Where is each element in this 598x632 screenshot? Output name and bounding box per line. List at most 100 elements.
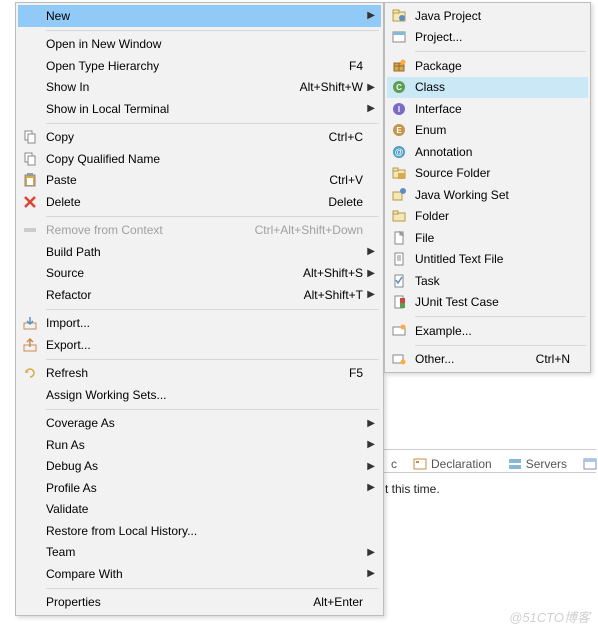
menu-item-enum[interactable]: EEnum [387, 120, 588, 142]
menu-item-label: Coverage As [40, 416, 363, 430]
menu-item-open-in-new-window[interactable]: Open in New Window [18, 34, 381, 56]
menu-item-label: Show in Local Terminal [40, 102, 363, 116]
submenu-arrow-icon: ▶ [363, 461, 375, 472]
menu-item-label: Team [40, 545, 363, 559]
menu-item-label: Assign Working Sets... [40, 388, 363, 402]
menu-item-untitled-text-file[interactable]: Untitled Text File [387, 249, 588, 271]
menu-item-label: New [40, 9, 363, 23]
submenu-arrow-icon: ▶ [363, 289, 375, 300]
submenu-arrow-icon: ▶ [363, 418, 375, 429]
menu-item-other[interactable]: Other...Ctrl+N [387, 349, 588, 371]
working-set-icon [389, 187, 409, 203]
menu-item-team[interactable]: Team▶ [18, 542, 381, 564]
svg-text:@: @ [395, 147, 404, 157]
menu-item-label: Paste [40, 173, 319, 187]
menu-item-remove-from-context: Remove from ContextCtrl+Alt+Shift+Down [18, 220, 381, 242]
svg-text:I: I [398, 105, 400, 114]
menu-item-import[interactable]: Import... [18, 313, 381, 335]
menu-separator [46, 409, 379, 410]
blank-icon [20, 58, 40, 74]
menu-item-label: Compare With [40, 567, 363, 581]
menu-item-export[interactable]: Export... [18, 334, 381, 356]
menu-item-validate[interactable]: Validate [18, 499, 381, 521]
menu-separator [415, 316, 586, 317]
menu-item-label: File [409, 231, 570, 245]
menu-item-task[interactable]: Task [387, 270, 588, 292]
menu-item-delete[interactable]: DeleteDelete [18, 191, 381, 213]
menu-separator [46, 216, 379, 217]
menu-item-file[interactable]: File [387, 227, 588, 249]
menu-item-label: Untitled Text File [409, 252, 570, 266]
menu-item-run-as[interactable]: Run As▶ [18, 434, 381, 456]
blank-icon [20, 387, 40, 403]
menu-item-label: Refresh [40, 366, 339, 380]
menu-item-annotation[interactable]: @Annotation [387, 141, 588, 163]
enum-icon: E [389, 122, 409, 138]
blank-icon [20, 594, 40, 610]
menu-item-label: Project... [409, 30, 570, 44]
tab-servers[interactable]: Servers [502, 455, 573, 473]
tab-fragment[interactable]: c [385, 455, 403, 473]
menu-item-new[interactable]: New▶ [18, 5, 381, 27]
project-icon [389, 29, 409, 45]
menu-shortcut: Delete [318, 195, 363, 209]
menu-item-label: Debug As [40, 459, 363, 473]
blank-icon [20, 480, 40, 496]
menu-item-compare-with[interactable]: Compare With▶ [18, 563, 381, 585]
submenu-arrow-icon: ▶ [363, 10, 375, 21]
menu-item-show-in-local-terminal[interactable]: Show in Local Terminal▶ [18, 98, 381, 120]
blank-icon [20, 437, 40, 453]
menu-item-coverage-as[interactable]: Coverage As▶ [18, 413, 381, 435]
menu-separator [46, 309, 379, 310]
copy-icon [20, 129, 40, 145]
menu-item-assign-working-sets[interactable]: Assign Working Sets... [18, 384, 381, 406]
editor-tabs: c Declaration Servers C [385, 455, 598, 473]
menu-item-java-working-set[interactable]: Java Working Set [387, 184, 588, 206]
menu-item-label: Refactor [40, 288, 294, 302]
menu-item-open-type-hierarchy[interactable]: Open Type HierarchyF4 [18, 55, 381, 77]
menu-item-source-folder[interactable]: Source Folder [387, 163, 588, 185]
menu-separator [46, 123, 379, 124]
servers-icon [508, 458, 522, 470]
menu-separator [415, 51, 586, 52]
menu-item-build-path[interactable]: Build Path▶ [18, 241, 381, 263]
menu-item-project[interactable]: Project... [387, 27, 588, 49]
text-file-icon [389, 251, 409, 267]
blank-icon [20, 265, 40, 281]
context-menu: New▶Open in New WindowOpen Type Hierarch… [15, 2, 384, 616]
menu-item-restore-from-local-history[interactable]: Restore from Local History... [18, 520, 381, 542]
menu-separator [46, 359, 379, 360]
menu-item-junit-test-case[interactable]: JUnit Test Case [387, 292, 588, 314]
blank-icon [20, 287, 40, 303]
menu-item-class[interactable]: CClass [387, 77, 588, 99]
menu-item-show-in[interactable]: Show InAlt+Shift+W▶ [18, 77, 381, 99]
example-icon [389, 323, 409, 339]
menu-item-label: Remove from Context [40, 223, 245, 237]
console-icon [583, 458, 597, 470]
menu-item-interface[interactable]: IInterface [387, 98, 588, 120]
menu-item-properties[interactable]: PropertiesAlt+Enter [18, 592, 381, 614]
menu-item-label: Copy [40, 130, 319, 144]
tab-declaration[interactable]: Declaration [407, 455, 498, 473]
menu-item-package[interactable]: Package [387, 55, 588, 77]
menu-item-java-project[interactable]: Java Project [387, 5, 588, 27]
menu-item-refactor[interactable]: RefactorAlt+Shift+T▶ [18, 284, 381, 306]
tab-console-fragment[interactable]: C [577, 455, 598, 473]
class-icon: C [389, 79, 409, 95]
declaration-icon [413, 458, 427, 470]
menu-item-example[interactable]: Example... [387, 320, 588, 342]
other-icon [389, 351, 409, 367]
menu-item-debug-as[interactable]: Debug As▶ [18, 456, 381, 478]
menu-item-copy-qualified-name[interactable]: Copy Qualified Name [18, 148, 381, 170]
menu-item-source[interactable]: SourceAlt+Shift+S▶ [18, 263, 381, 285]
menu-item-paste[interactable]: PasteCtrl+V [18, 170, 381, 192]
menu-item-label: Example... [409, 324, 570, 338]
menu-item-label: Java Project [409, 9, 570, 23]
menu-item-profile-as[interactable]: Profile As▶ [18, 477, 381, 499]
menu-item-folder[interactable]: Folder [387, 206, 588, 228]
menu-item-refresh[interactable]: RefreshF5 [18, 363, 381, 385]
blank-icon [20, 544, 40, 560]
menu-item-label: Other... [409, 352, 526, 366]
menu-item-copy[interactable]: CopyCtrl+C [18, 127, 381, 149]
menu-shortcut: Ctrl+N [526, 352, 570, 366]
